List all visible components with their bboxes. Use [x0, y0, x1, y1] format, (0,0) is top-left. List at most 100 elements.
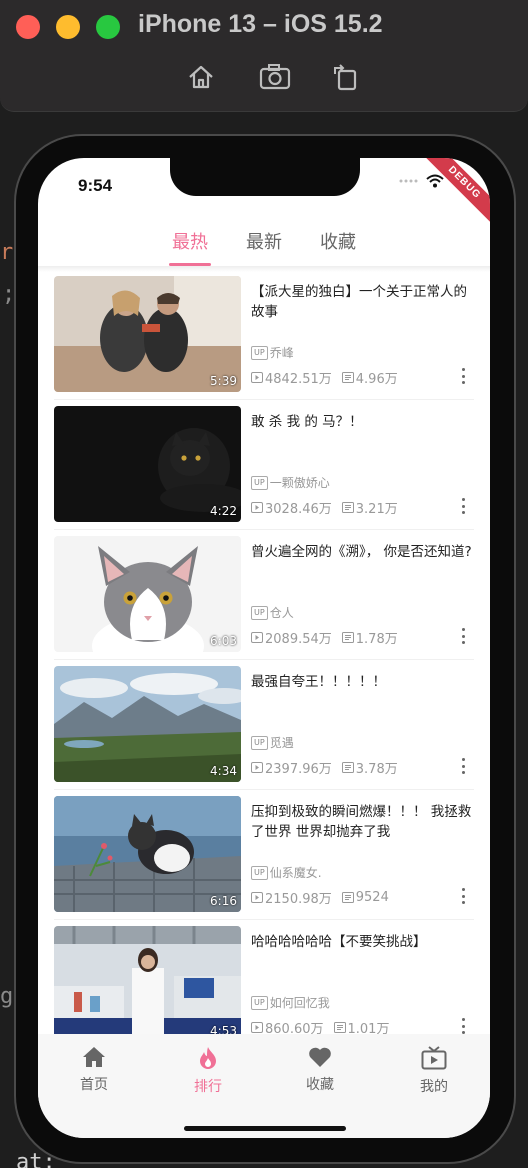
uploader-line: UP 一颗傲娇心 [251, 474, 330, 491]
uploader-line: UP 如何回忆我 [251, 994, 330, 1011]
uploader-name[interactable]: 一颗傲娇心 [270, 474, 330, 491]
signal-icon [399, 179, 418, 183]
home-icon [83, 1047, 105, 1067]
tab-newest[interactable]: 最新 [246, 220, 282, 266]
video-stats: 4842.51万 4.96万 [251, 368, 398, 387]
video-duration: 6:16 [210, 894, 237, 908]
uploader-name[interactable]: 觅遇 [270, 734, 294, 751]
video-thumbnail[interactable]: 5:39 [54, 276, 241, 392]
background-text-fragment: g [0, 984, 14, 1009]
video-title[interactable]: 敢 杀 我 的 马？！ [251, 412, 477, 432]
home-button[interactable] [184, 60, 218, 94]
zoom-window-button[interactable] [96, 15, 120, 39]
divider [54, 919, 474, 920]
nav-profile[interactable]: 我的 [394, 1046, 474, 1096]
up-badge: UP [251, 735, 268, 750]
uploader-name[interactable]: 乔峰 [270, 344, 294, 361]
video-list[interactable]: 5:39 【派大星的独白】一个关于正常人的故事 UP 乔峰 4842.51万 4… [38, 270, 490, 1034]
play-count-icon [251, 892, 263, 903]
screenshot-icon [259, 64, 291, 90]
video-title[interactable]: 最强自夸王！！！！！ [251, 672, 477, 692]
nav-home[interactable]: 首页 [54, 1046, 134, 1094]
more-options-button[interactable] [458, 888, 468, 904]
danmaku-count: 9524 [355, 890, 389, 905]
divider [54, 789, 474, 790]
play-count-icon [251, 762, 263, 773]
view-count: 2397.96万 [265, 762, 332, 777]
danmaku-count: 1.01万 [347, 1022, 390, 1034]
rotate-button[interactable] [328, 60, 362, 94]
danmaku-icon [341, 372, 354, 383]
uploader-line: UP 乔峰 [251, 344, 294, 361]
video-item[interactable]: 6:16 压抑到极致的瞬间燃爆！！！ 我拯救了世界 世界却抛弃了我 UP 仙系魔… [54, 796, 477, 920]
uploader-line: UP 仙系魔女. [251, 864, 322, 881]
video-duration: 4:22 [210, 504, 237, 518]
danmaku-icon [341, 632, 354, 643]
video-thumbnail[interactable]: 6:16 [54, 796, 241, 912]
nav-favorites[interactable]: 收藏 [280, 1046, 360, 1094]
danmaku-icon [341, 502, 354, 513]
view-count: 2089.54万 [265, 632, 332, 647]
rotate-icon [334, 64, 357, 91]
video-duration: 4:34 [210, 764, 237, 778]
more-options-button[interactable] [458, 1018, 468, 1034]
play-count-icon [251, 1022, 263, 1033]
divider [54, 529, 474, 530]
video-title[interactable]: 曾火遍全网的《溯》， 你是否还知道? [251, 542, 477, 562]
more-options-button[interactable] [458, 758, 468, 774]
video-title[interactable]: 【派大星的独白】一个关于正常人的故事 [251, 282, 477, 322]
video-thumbnail[interactable]: 4:34 [54, 666, 241, 782]
heart-icon [309, 1047, 331, 1067]
home-indicator[interactable] [184, 1126, 346, 1131]
flame-icon [200, 1047, 216, 1069]
video-stats: 3028.46万 3.21万 [251, 498, 398, 517]
up-badge: UP [251, 995, 268, 1010]
up-badge: UP [251, 605, 268, 620]
more-options-button[interactable] [458, 498, 468, 514]
top-tab-bar: 最热 最新 收藏 [38, 220, 490, 268]
video-item[interactable]: 6:03 曾火遍全网的《溯》， 你是否还知道? UP 仓人 2089.54万 1… [54, 536, 477, 660]
view-count: 4842.51万 [265, 372, 332, 387]
danmaku-icon [333, 1022, 346, 1033]
tab-favorites[interactable]: 收藏 [320, 220, 356, 266]
video-stats: 2150.98万 9524 [251, 888, 389, 907]
video-stats: 2397.96万 3.78万 [251, 758, 398, 777]
simulator-title-bar: iPhone 13 – iOS 15.2 [0, 0, 528, 112]
video-item[interactable]: 5:39 【派大星的独白】一个关于正常人的故事 UP 乔峰 4842.51万 4… [54, 276, 477, 400]
phone-screen: 9:54 DEBUG 最热 最新 收藏 5:39 【派大星的独白】一个关于正常人… [38, 158, 490, 1138]
tab-hottest[interactable]: 最热 [169, 220, 211, 266]
video-thumbnail[interactable]: 6:03 [54, 536, 241, 652]
danmaku-icon [341, 892, 354, 903]
screenshot-button[interactable] [258, 60, 292, 94]
video-thumbnail[interactable]: 4:53 [54, 926, 241, 1034]
uploader-name[interactable]: 如何回忆我 [270, 994, 330, 1011]
video-title[interactable]: 压抑到极致的瞬间燃爆！！！ 我拯救了世界 世界却抛弃了我 [251, 802, 477, 842]
play-count-icon [251, 632, 263, 643]
danmaku-count: 4.96万 [355, 372, 398, 387]
danmaku-count: 3.78万 [355, 762, 398, 777]
close-window-button[interactable] [16, 15, 40, 39]
video-item[interactable]: 4:34 最强自夸王！！！！！ UP 觅遇 2397.96万 3.78万 [54, 666, 477, 790]
video-stats: 860.60万 1.01万 [251, 1018, 389, 1034]
video-title[interactable]: 哈哈哈哈哈哈【不要笑挑战】 [251, 932, 477, 952]
uploader-line: UP 觅遇 [251, 734, 294, 751]
video-duration: 6:03 [210, 634, 237, 648]
status-time: 9:54 [78, 176, 113, 195]
nav-label: 收藏 [306, 1077, 334, 1093]
bottom-navigation: 首页 排行 收藏 我的 [38, 1034, 490, 1138]
status-indicators [398, 174, 444, 188]
danmaku-count: 3.21万 [355, 502, 398, 517]
wifi-icon [426, 174, 444, 188]
uploader-name[interactable]: 仓人 [270, 604, 294, 621]
nav-label: 排行 [194, 1079, 222, 1095]
more-options-button[interactable] [458, 628, 468, 644]
nav-label: 我的 [420, 1079, 448, 1095]
video-item[interactable]: 4:53 哈哈哈哈哈哈【不要笑挑战】 UP 如何回忆我 860.60万 1.01… [54, 926, 474, 1034]
nav-ranking[interactable]: 排行 [168, 1046, 248, 1096]
uploader-name[interactable]: 仙系魔女. [270, 864, 322, 881]
danmaku-count: 1.78万 [355, 632, 398, 647]
video-thumbnail[interactable]: 4:22 [54, 406, 241, 522]
video-item[interactable]: 4:22 敢 杀 我 的 马？！ UP 一颗傲娇心 3028.46万 3.21万 [54, 406, 477, 530]
minimize-window-button[interactable] [56, 15, 80, 39]
more-options-button[interactable] [458, 368, 468, 384]
